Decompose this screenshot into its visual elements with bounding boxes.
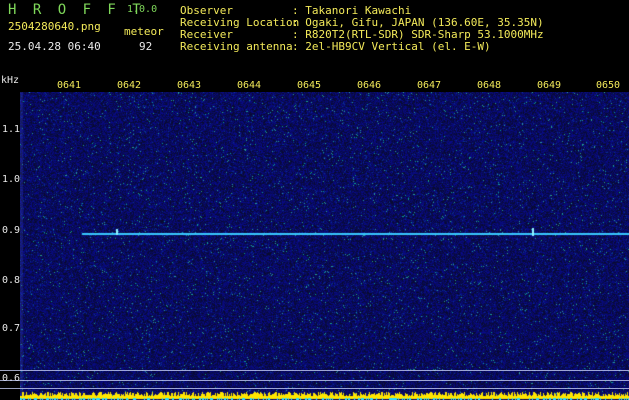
y-tick-label: 0.9 xyxy=(2,225,21,236)
meteor-count: 92 xyxy=(139,40,153,53)
spectrogram-window: H R O F F T 1.0.0 2504280640.png meteor … xyxy=(0,0,629,400)
info-value-observer: : Takanori Kawachi xyxy=(292,4,412,17)
x-tick-label: 0641 xyxy=(57,80,82,91)
info-label-location: Receiving Location xyxy=(180,16,300,29)
divider-line xyxy=(0,370,629,371)
header: H R O F F T 1.0.0 2504280640.png meteor … xyxy=(0,0,629,74)
app-title: H R O F F T xyxy=(8,2,145,18)
info-label-receiver: Receiver xyxy=(180,28,233,41)
x-tick-label: 0643 xyxy=(177,80,202,91)
y-axis-unit: kHz xyxy=(1,75,20,86)
info-value-location: : Ogaki, Gifu, JAPAN (136.60E, 35.35N) xyxy=(292,16,544,29)
meteor-label: meteor xyxy=(124,25,164,38)
y-tick-label: 1.0 xyxy=(2,174,21,185)
info-label-antenna: Receiving antenna xyxy=(180,40,293,53)
file-name: 2504280640.png xyxy=(8,20,101,33)
capture-datetime: 25.04.28 06:40 xyxy=(8,40,101,53)
y-tick-label: 1.1 xyxy=(2,124,21,135)
divider-line xyxy=(0,388,629,389)
x-tick-label: 0644 xyxy=(237,80,262,91)
info-value-antenna: : 2el-HB9CV Vertical (el. E-W) xyxy=(292,40,491,53)
divider-line xyxy=(0,380,629,381)
x-tick-label: 0642 xyxy=(117,80,142,91)
x-tick-label: 0650 xyxy=(596,80,621,91)
x-tick-label: 0647 xyxy=(417,80,442,91)
x-tick-label: 0649 xyxy=(537,80,562,91)
y-tick-label: 0.6 xyxy=(2,373,21,384)
x-tick-label: 0648 xyxy=(477,80,502,91)
x-tick-label: 0646 xyxy=(357,80,382,91)
info-label-observer: Observer xyxy=(180,4,233,17)
waterfall-spectrogram xyxy=(20,92,629,400)
x-tick-label: 0645 xyxy=(297,80,322,91)
info-value-receiver: : R820T2(RTL-SDR) SDR-Sharp 53.1000MHz xyxy=(292,28,544,41)
app-version: 1.0.0 xyxy=(127,4,158,15)
y-tick-label: 0.8 xyxy=(2,275,21,286)
y-tick-label: 0.7 xyxy=(2,323,21,334)
